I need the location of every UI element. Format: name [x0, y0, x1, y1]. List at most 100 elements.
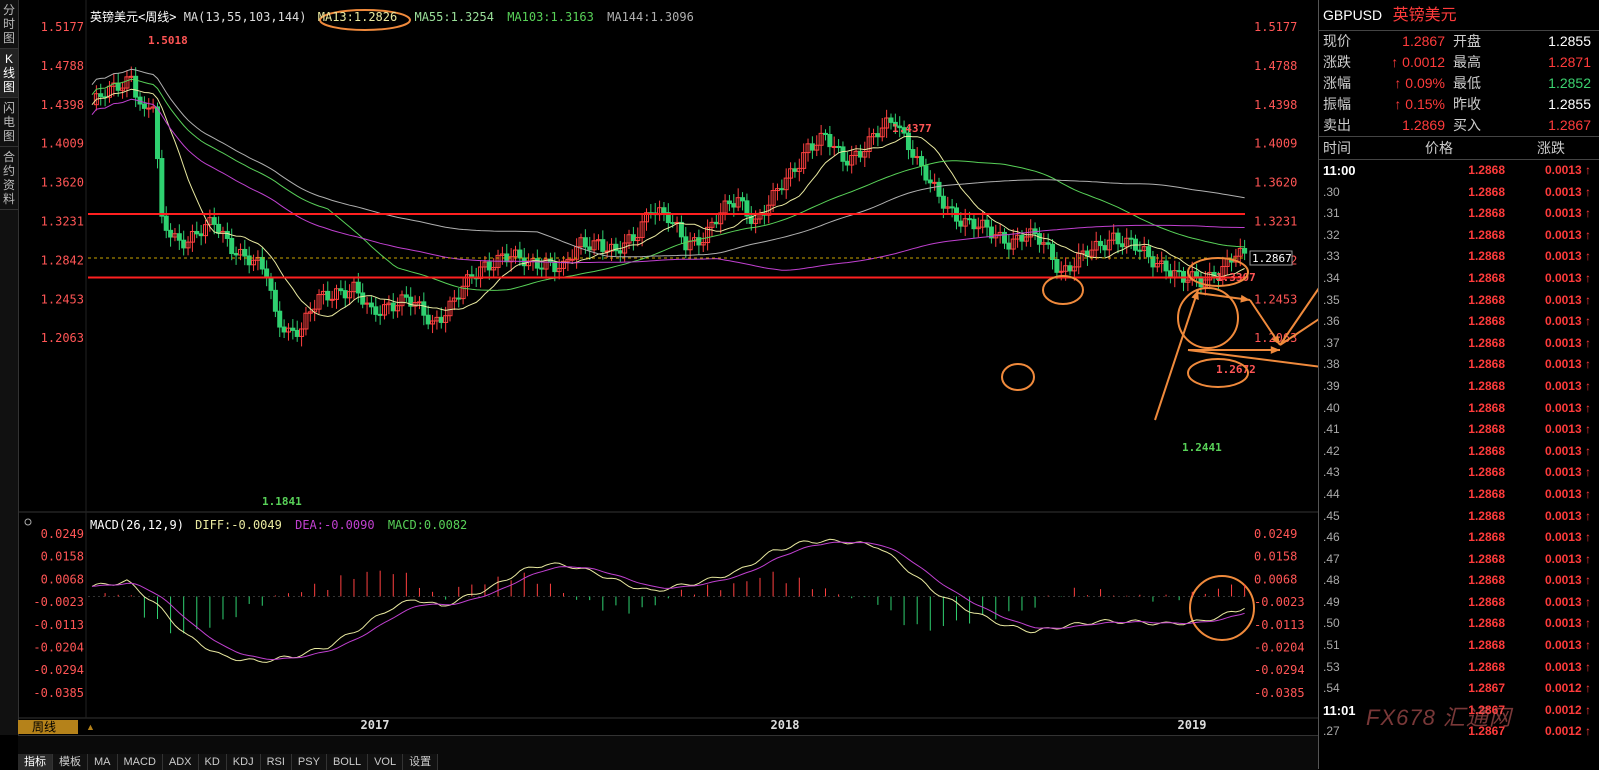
- candle-body: [927, 179, 933, 184]
- tick-row[interactable]: .31 1.2868 0.0013 ↑: [1319, 203, 1599, 225]
- tick-row[interactable]: 11:00 1.2868 0.0013 ↑: [1319, 160, 1599, 182]
- candle-body: [779, 188, 785, 191]
- bottom-toolbar: 指标 模板 MA MACD ADX KD KDJ RSI PSY BOLL VOL 设置: [18, 735, 1318, 770]
- tick-change: 0.0013 ↑: [1544, 206, 1591, 221]
- tick-row[interactable]: .51 1.2868 0.0013 ↑: [1319, 635, 1599, 657]
- tick-price: 1.2868: [1468, 422, 1505, 437]
- candle-body: [534, 258, 540, 269]
- candle-body: [242, 248, 248, 257]
- candle-body: [569, 258, 575, 261]
- indicator-tab-11[interactable]: 设置: [403, 754, 439, 770]
- indicator-tab-0[interactable]: 指标: [18, 754, 53, 770]
- tick-price: 1.2868: [1468, 206, 1505, 221]
- tick-price: 1.2868: [1468, 249, 1505, 264]
- tick-change: 0.0013 ↑: [1544, 530, 1591, 545]
- indicator-tab-4[interactable]: ADX: [162, 754, 199, 770]
- x-axis-label: 2018: [771, 718, 800, 732]
- price-tick-right: 1.2453: [1254, 292, 1297, 306]
- tick-time: .48: [1323, 573, 1340, 588]
- indicator-tab-3[interactable]: MACD: [117, 754, 163, 770]
- quote-label: 涨幅: [1323, 75, 1351, 91]
- indicator-tab-7[interactable]: RSI: [260, 754, 292, 770]
- macd-tick-right: -0.0204: [1254, 641, 1305, 655]
- indicator-tab-8[interactable]: PSY: [291, 754, 327, 770]
- indicator-tab-2[interactable]: MA: [88, 754, 118, 770]
- candle-body: [1002, 231, 1008, 244]
- tick-change: 0.0012 ↑: [1544, 702, 1591, 717]
- indicator-tab-9[interactable]: BOLL: [326, 754, 369, 770]
- quote-value: 1.2867: [1402, 33, 1445, 49]
- quote-label: 最高: [1453, 54, 1481, 70]
- legend-ma13: MA13:1.2826: [317, 10, 398, 24]
- tick-row[interactable]: .39 1.2868 0.0013 ↑: [1319, 376, 1599, 398]
- tick-row[interactable]: .53 1.2868 0.0013 ↑: [1319, 657, 1599, 679]
- period-selector[interactable]: 周线: [18, 720, 78, 734]
- tick-row[interactable]: .50 1.2868 0.0013 ↑: [1319, 613, 1599, 635]
- price-tick-right: 1.4009: [1254, 137, 1297, 151]
- quote-value: ↑ 0.09%: [1394, 75, 1445, 91]
- tick-row[interactable]: .32 1.2868 0.0013 ↑: [1319, 225, 1599, 247]
- arrow-line-head: [1270, 346, 1280, 354]
- tick-row[interactable]: .48 1.2868 0.0013 ↑: [1319, 570, 1599, 592]
- indicator-tab-5[interactable]: KD: [198, 754, 227, 770]
- tick-row[interactable]: .54 1.2867 0.0012 ↑: [1319, 678, 1599, 700]
- candle-body: [377, 313, 383, 316]
- tick-row[interactable]: .42 1.2868 0.0013 ↑: [1319, 441, 1599, 463]
- price-tick-left: 1.4009: [41, 137, 84, 151]
- col-price: 价格: [1425, 140, 1453, 156]
- price-chart[interactable]: 1.5177 1.5177 1.4788 1.4788 1.4398 1.4398 1.40…: [0, 0, 1318, 735]
- tick-row[interactable]: .47 1.2868 0.0013 ↑: [1319, 549, 1599, 571]
- macd-tick-right: -0.0294: [1254, 663, 1305, 677]
- quote-value: 1.2852: [1548, 75, 1591, 91]
- tick-row[interactable]: .38 1.2868 0.0013 ↑: [1319, 354, 1599, 376]
- candle-body: [98, 93, 104, 98]
- quote-row: 现价 1.2867 开盘 1.2855: [1319, 31, 1599, 52]
- tick-time: .44: [1323, 486, 1340, 501]
- candle-body: [421, 301, 427, 316]
- tick-row[interactable]: .40 1.2868 0.0013 ↑: [1319, 398, 1599, 420]
- indicator-tab-6[interactable]: KDJ: [226, 754, 261, 770]
- candle-body: [822, 132, 828, 135]
- candle-body: [630, 234, 636, 242]
- tick-row[interactable]: .44 1.2868 0.0013 ↑: [1319, 484, 1599, 506]
- tick-price: 1.2868: [1468, 508, 1505, 523]
- tick-price: 1.2868: [1468, 638, 1505, 653]
- tick-row[interactable]: .41 1.2868 0.0013 ↑: [1319, 419, 1599, 441]
- candle-body: [1054, 259, 1060, 273]
- tick-row[interactable]: .35 1.2868 0.0013 ↑: [1319, 290, 1599, 312]
- candle-body: [1050, 243, 1056, 261]
- tick-row[interactable]: .37 1.2868 0.0013 ↑: [1319, 333, 1599, 355]
- candle-body: [181, 239, 187, 249]
- candle-body: [338, 288, 344, 292]
- tick-row[interactable]: .45 1.2868 0.0013 ↑: [1319, 506, 1599, 528]
- candle-body: [1067, 265, 1073, 272]
- tick-row[interactable]: .30 1.2868 0.0013 ↑: [1319, 182, 1599, 204]
- tick-row[interactable]: .33 1.2868 0.0013 ↑: [1319, 246, 1599, 268]
- tick-change: 0.0013 ↑: [1544, 486, 1591, 501]
- candle-body: [905, 132, 911, 151]
- candle-body: [600, 239, 606, 252]
- macd-tick-left: -0.0385: [33, 686, 84, 700]
- tick-time: .42: [1323, 443, 1340, 458]
- tick-table[interactable]: 11:00 1.2868 0.0013 ↑ .30 1.2868 0.0013 ↑ .31 1…: [1319, 160, 1599, 743]
- tick-time: .34: [1323, 270, 1340, 285]
- tick-row[interactable]: .49 1.2868 0.0013 ↑: [1319, 592, 1599, 614]
- candle-body: [678, 221, 684, 238]
- settings-icon: [24, 518, 32, 526]
- tick-time: .30: [1323, 184, 1340, 199]
- indicator-tab-10[interactable]: VOL: [368, 754, 404, 770]
- tick-row[interactable]: .36 1.2868 0.0013 ↑: [1319, 311, 1599, 333]
- tick-row[interactable]: .46 1.2868 0.0013 ↑: [1319, 527, 1599, 549]
- tick-price: 1.2868: [1468, 486, 1505, 501]
- indicator-tab-1[interactable]: 模板: [53, 754, 88, 770]
- period-arrow-icon[interactable]: ▲: [86, 722, 95, 732]
- tick-row[interactable]: .34 1.2868 0.0013 ↑: [1319, 268, 1599, 290]
- candle-body: [910, 149, 916, 158]
- candle-body: [1036, 233, 1042, 245]
- quote-value: 1.2869: [1402, 117, 1445, 133]
- tick-row[interactable]: .43 1.2868 0.0013 ↑: [1319, 462, 1599, 484]
- tick-change: 0.0013 ↑: [1544, 616, 1591, 631]
- tick-change: 0.0013 ↑: [1544, 227, 1591, 242]
- candle-body: [936, 181, 942, 197]
- candle-body: [194, 231, 200, 235]
